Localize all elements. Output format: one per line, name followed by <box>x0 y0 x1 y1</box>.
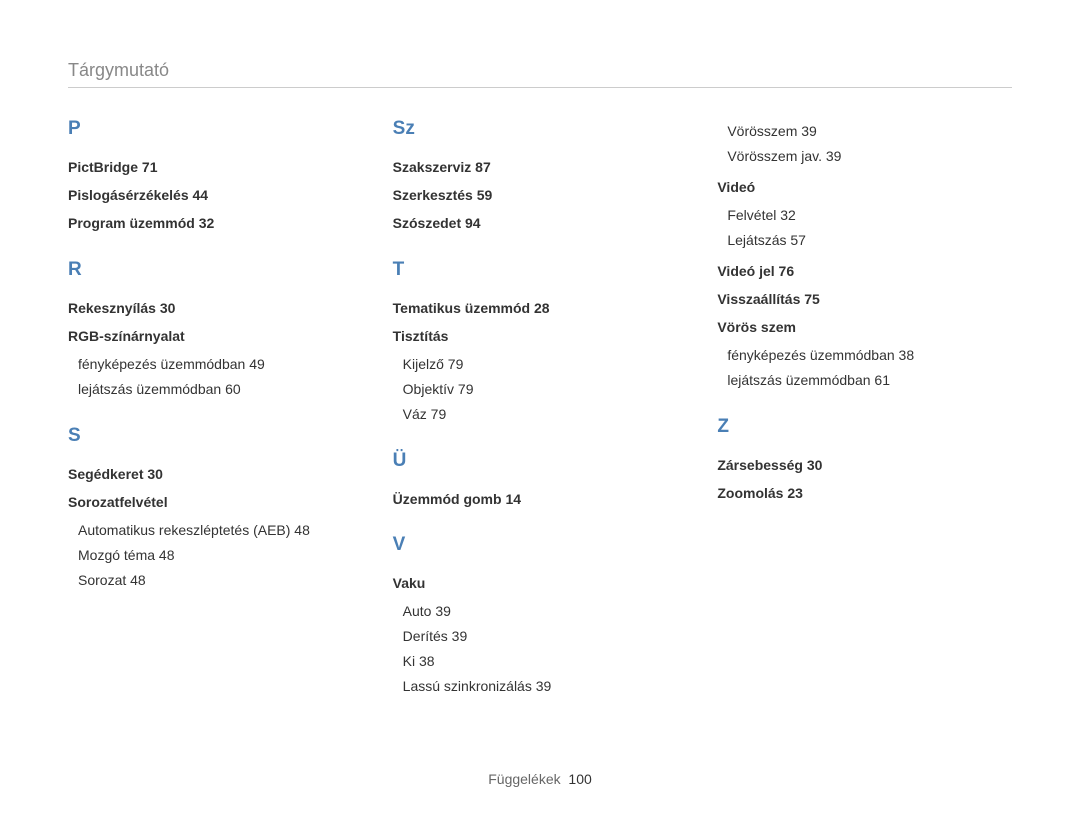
index-subentry: Kijelző 79 <box>403 355 688 374</box>
index-entry: Vaku <box>393 574 688 592</box>
index-entry: Tisztítás <box>393 327 688 345</box>
index-subentry: lejátszás üzemmódban 61 <box>727 371 1012 390</box>
index-entry: Rekesznyílás 30 <box>68 299 363 317</box>
letter-heading: R <box>68 259 363 281</box>
index-subentry: Objektív 79 <box>403 380 688 399</box>
letter-heading: Ü <box>393 450 688 472</box>
letter-heading: P <box>68 118 363 140</box>
index-entry: Zoomolás 23 <box>717 484 1012 502</box>
index-subentry: Vörösszem 39 <box>727 122 1012 141</box>
index-subentry: fényképezés üzemmódban 49 <box>78 355 363 374</box>
footer-page-number: 100 <box>568 771 591 787</box>
index-subentry: Felvétel 32 <box>727 206 1012 225</box>
index-entry: RGB-színárnyalat <box>68 327 363 345</box>
index-entry: Pislogásérzékelés 44 <box>68 186 363 204</box>
index-entry: Program üzemmód 32 <box>68 214 363 232</box>
page-footer: Függelékek 100 <box>0 771 1080 787</box>
letter-heading: Z <box>717 416 1012 438</box>
index-subentry: Ki 38 <box>403 652 688 671</box>
letter-heading: T <box>393 259 688 281</box>
page-title: Tárgymutató <box>68 60 1012 88</box>
index-subentry: Váz 79 <box>403 405 688 424</box>
index-entry: Szerkesztés 59 <box>393 186 688 204</box>
index-subentry: Lejátszás 57 <box>727 231 1012 250</box>
index-entry: Üzemmód gomb 14 <box>393 490 688 508</box>
column-1: P PictBridge 71 Pislogásérzékelés 44 Pro… <box>68 118 363 702</box>
index-entry: Vörös szem <box>717 318 1012 336</box>
letter-heading: V <box>393 534 688 556</box>
index-entry: Videó <box>717 178 1012 196</box>
index-subentry: lejátszás üzemmódban 60 <box>78 380 363 399</box>
index-entry: Segédkeret 30 <box>68 465 363 483</box>
index-entry: Tematikus üzemmód 28 <box>393 299 688 317</box>
index-subentry: Automatikus rekeszléptetés (AEB) 48 <box>78 521 363 540</box>
column-3: Vörösszem 39 Vörösszem jav. 39 Videó Fel… <box>717 118 1012 702</box>
index-entry: Szószedet 94 <box>393 214 688 232</box>
index-subentry: Sorozat 48 <box>78 571 363 590</box>
index-entry: Sorozatfelvétel <box>68 493 363 511</box>
index-subentry: Lassú szinkronizálás 39 <box>403 677 688 696</box>
index-columns: P PictBridge 71 Pislogásérzékelés 44 Pro… <box>68 118 1012 702</box>
letter-heading: S <box>68 425 363 447</box>
index-subentry: Derítés 39 <box>403 627 688 646</box>
index-entry: Szakszerviz 87 <box>393 158 688 176</box>
index-subentry: Auto 39 <box>403 602 688 621</box>
index-entry: PictBridge 71 <box>68 158 363 176</box>
index-entry: Videó jel 76 <box>717 262 1012 280</box>
index-subentry: Mozgó téma 48 <box>78 546 363 565</box>
index-subentry: Vörösszem jav. 39 <box>727 147 1012 166</box>
index-subentry: fényképezés üzemmódban 38 <box>727 346 1012 365</box>
column-2: Sz Szakszerviz 87 Szerkesztés 59 Szószed… <box>393 118 688 702</box>
index-entry: Zársebesség 30 <box>717 456 1012 474</box>
letter-heading: Sz <box>393 118 688 140</box>
index-entry: Visszaállítás 75 <box>717 290 1012 308</box>
footer-label: Függelékek <box>488 771 560 787</box>
